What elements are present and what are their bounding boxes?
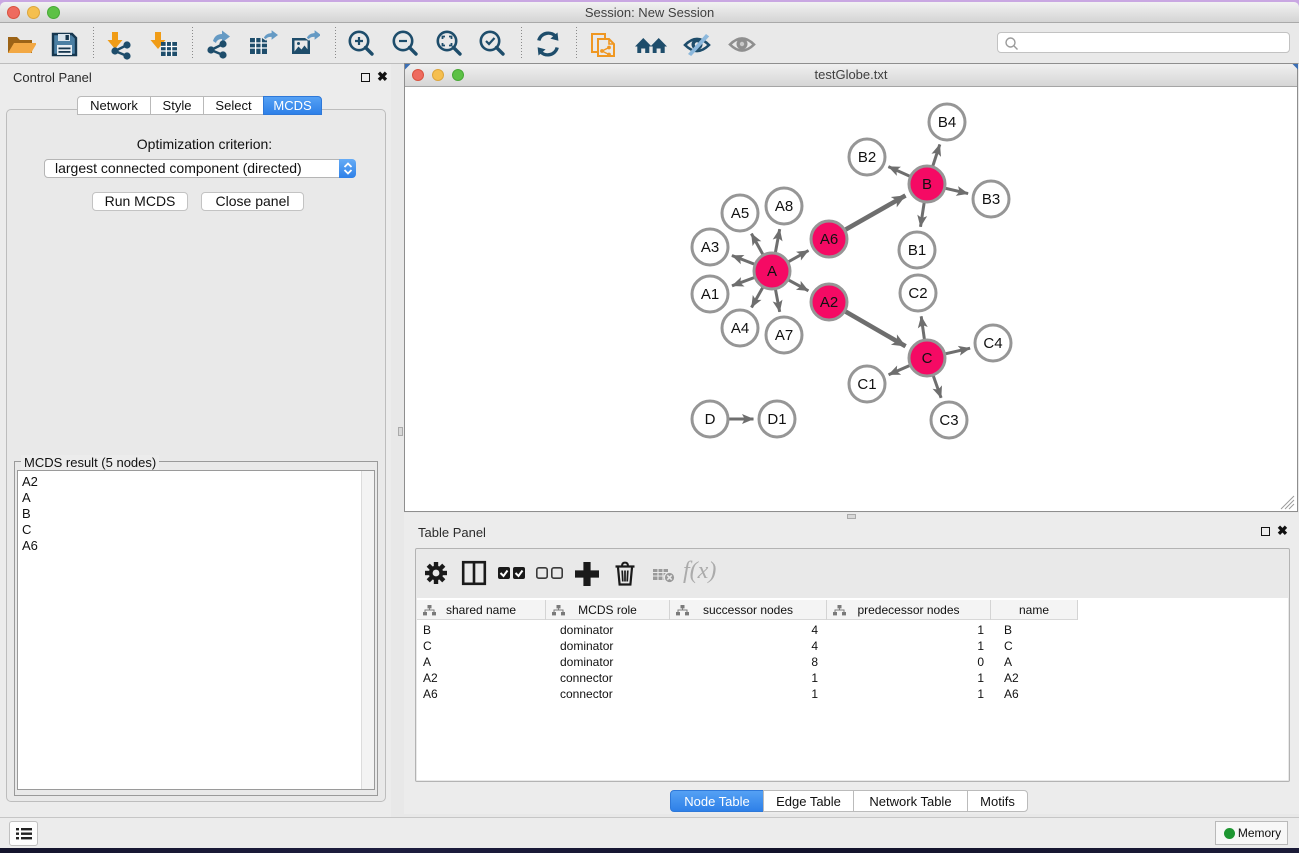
svg-text:C1: C1 — [857, 376, 876, 393]
svg-text:C2: C2 — [908, 285, 927, 302]
svg-text:C3: C3 — [939, 412, 958, 429]
svg-text:A8: A8 — [775, 198, 793, 215]
svg-text:C4: C4 — [983, 335, 1002, 352]
svg-text:C: C — [922, 350, 933, 367]
svg-text:D: D — [705, 411, 716, 428]
svg-text:A3: A3 — [701, 239, 719, 256]
svg-text:B2: B2 — [858, 149, 876, 166]
svg-text:B1: B1 — [908, 242, 926, 259]
svg-text:B4: B4 — [938, 114, 956, 131]
svg-text:D1: D1 — [767, 411, 786, 428]
svg-text:A: A — [767, 263, 777, 280]
svg-text:A2: A2 — [820, 294, 838, 311]
svg-text:B3: B3 — [982, 191, 1000, 208]
svg-text:A4: A4 — [731, 320, 749, 337]
svg-text:A5: A5 — [731, 205, 749, 222]
svg-text:B: B — [922, 176, 932, 193]
svg-text:A1: A1 — [701, 286, 719, 303]
svg-text:A7: A7 — [775, 327, 793, 344]
svg-text:A6: A6 — [820, 231, 838, 248]
